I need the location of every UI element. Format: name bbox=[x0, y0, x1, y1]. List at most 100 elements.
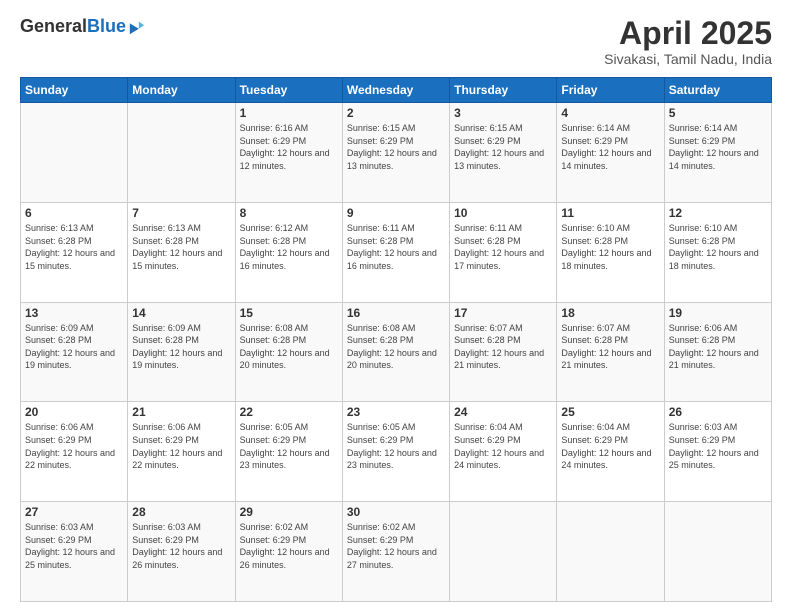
day-number: 22 bbox=[240, 405, 338, 419]
calendar-cell: 4 Sunrise: 6:14 AM Sunset: 6:29 PM Daylig… bbox=[557, 103, 664, 203]
day-number: 28 bbox=[132, 505, 230, 519]
calendar-cell bbox=[128, 103, 235, 203]
day-number: 29 bbox=[240, 505, 338, 519]
day-number: 25 bbox=[561, 405, 659, 419]
calendar-cell: 25 Sunrise: 6:04 AM Sunset: 6:29 PM Dayli… bbox=[557, 402, 664, 502]
day-number: 1 bbox=[240, 106, 338, 120]
cell-info: Sunrise: 6:07 AM Sunset: 6:28 PM Dayligh… bbox=[561, 322, 659, 372]
cell-info: Sunrise: 6:10 AM Sunset: 6:28 PM Dayligh… bbox=[561, 222, 659, 272]
cell-info: Sunrise: 6:13 AM Sunset: 6:28 PM Dayligh… bbox=[25, 222, 123, 272]
calendar-week-row: 27 Sunrise: 6:03 AM Sunset: 6:29 PM Dayli… bbox=[21, 502, 772, 602]
calendar-cell bbox=[21, 103, 128, 203]
logo: GeneralBlue bbox=[20, 16, 146, 37]
day-number: 4 bbox=[561, 106, 659, 120]
calendar-cell: 20 Sunrise: 6:06 AM Sunset: 6:29 PM Dayli… bbox=[21, 402, 128, 502]
calendar-cell: 29 Sunrise: 6:02 AM Sunset: 6:29 PM Dayli… bbox=[235, 502, 342, 602]
calendar-cell: 27 Sunrise: 6:03 AM Sunset: 6:29 PM Dayli… bbox=[21, 502, 128, 602]
cell-info: Sunrise: 6:03 AM Sunset: 6:29 PM Dayligh… bbox=[669, 421, 767, 471]
calendar-cell: 13 Sunrise: 6:09 AM Sunset: 6:28 PM Dayli… bbox=[21, 302, 128, 402]
calendar-cell: 23Sunrise: 6:05 AM Sunset: 6:29 PM Dayli… bbox=[342, 402, 449, 502]
calendar-week-row: 13 Sunrise: 6:09 AM Sunset: 6:28 PM Dayli… bbox=[21, 302, 772, 402]
day-number: 5 bbox=[669, 106, 767, 120]
title-block: April 2025 Sivakasi, Tamil Nadu, India bbox=[604, 16, 772, 67]
day-number: 14 bbox=[132, 306, 230, 320]
cell-info: Sunrise: 6:07 AM Sunset: 6:28 PM Dayligh… bbox=[454, 322, 552, 372]
cell-info: Sunrise: 6:02 AM Sunset: 6:29 PM Dayligh… bbox=[347, 521, 445, 571]
cell-info: Sunrise: 6:14 AM Sunset: 6:29 PM Dayligh… bbox=[669, 122, 767, 172]
calendar-header-cell: Thursday bbox=[450, 78, 557, 103]
cell-info: Sunrise: 6:15 AM Sunset: 6:29 PM Dayligh… bbox=[347, 122, 445, 172]
day-number: 8 bbox=[240, 206, 338, 220]
cell-info: Sunrise: 6:03 AM Sunset: 6:29 PM Dayligh… bbox=[25, 521, 123, 571]
cell-info: Sunrise: 6:05 AM Sunset: 6:29 PM Dayligh… bbox=[240, 421, 338, 471]
day-number: 10 bbox=[454, 206, 552, 220]
cell-info: Sunrise: 6:03 AM Sunset: 6:29 PM Dayligh… bbox=[132, 521, 230, 571]
day-number: 13 bbox=[25, 306, 123, 320]
cell-info: Sunrise: 6:04 AM Sunset: 6:29 PM Dayligh… bbox=[561, 421, 659, 471]
cell-info: Sunrise: 6:06 AM Sunset: 6:28 PM Dayligh… bbox=[669, 322, 767, 372]
cell-info: Sunrise: 6:11 AM Sunset: 6:28 PM Dayligh… bbox=[347, 222, 445, 272]
calendar-header-cell: Tuesday bbox=[235, 78, 342, 103]
day-number: 19 bbox=[669, 306, 767, 320]
cell-info: Sunrise: 6:09 AM Sunset: 6:28 PM Dayligh… bbox=[132, 322, 230, 372]
calendar-cell: 30 Sunrise: 6:02 AM Sunset: 6:29 PM Dayli… bbox=[342, 502, 449, 602]
location: Sivakasi, Tamil Nadu, India bbox=[604, 51, 772, 67]
day-number: 18 bbox=[561, 306, 659, 320]
day-number: 15 bbox=[240, 306, 338, 320]
calendar-cell: 17 Sunrise: 6:07 AM Sunset: 6:28 PM Dayli… bbox=[450, 302, 557, 402]
calendar-week-row: 1 Sunrise: 6:16 AM Sunset: 6:29 PM Daylig… bbox=[21, 103, 772, 203]
day-number: 9 bbox=[347, 206, 445, 220]
day-number: 6 bbox=[25, 206, 123, 220]
calendar-cell: 28 Sunrise: 6:03 AM Sunset: 6:29 PM Dayli… bbox=[128, 502, 235, 602]
calendar-cell: 3Sunrise: 6:15 AM Sunset: 6:29 PM Daylig… bbox=[450, 103, 557, 203]
cell-info: Sunrise: 6:14 AM Sunset: 6:29 PM Dayligh… bbox=[561, 122, 659, 172]
calendar-cell: 24 Sunrise: 6:04 AM Sunset: 6:29 PM Dayli… bbox=[450, 402, 557, 502]
day-number: 30 bbox=[347, 505, 445, 519]
day-number: 27 bbox=[25, 505, 123, 519]
cell-info: Sunrise: 6:10 AM Sunset: 6:28 PM Dayligh… bbox=[669, 222, 767, 272]
calendar-body: 1 Sunrise: 6:16 AM Sunset: 6:29 PM Daylig… bbox=[21, 103, 772, 602]
cell-info: Sunrise: 6:12 AM Sunset: 6:28 PM Dayligh… bbox=[240, 222, 338, 272]
calendar-cell: 5 Sunrise: 6:14 AM Sunset: 6:29 PM Daylig… bbox=[664, 103, 771, 203]
day-number: 11 bbox=[561, 206, 659, 220]
calendar-cell: 14 Sunrise: 6:09 AM Sunset: 6:28 PM Dayli… bbox=[128, 302, 235, 402]
cell-info: Sunrise: 6:04 AM Sunset: 6:29 PM Dayligh… bbox=[454, 421, 552, 471]
day-number: 2 bbox=[347, 106, 445, 120]
calendar-cell: 21Sunrise: 6:06 AM Sunset: 6:29 PM Dayli… bbox=[128, 402, 235, 502]
day-number: 26 bbox=[669, 405, 767, 419]
calendar-cell bbox=[664, 502, 771, 602]
calendar-cell bbox=[450, 502, 557, 602]
calendar-cell: 16Sunrise: 6:08 AM Sunset: 6:28 PM Dayli… bbox=[342, 302, 449, 402]
calendar-cell: 9 Sunrise: 6:11 AM Sunset: 6:28 PM Daylig… bbox=[342, 202, 449, 302]
calendar-cell bbox=[557, 502, 664, 602]
calendar-cell: 12 Sunrise: 6:10 AM Sunset: 6:28 PM Dayli… bbox=[664, 202, 771, 302]
calendar-week-row: 6 Sunrise: 6:13 AM Sunset: 6:28 PM Daylig… bbox=[21, 202, 772, 302]
calendar-cell: 26 Sunrise: 6:03 AM Sunset: 6:29 PM Dayli… bbox=[664, 402, 771, 502]
calendar-cell: 7Sunrise: 6:13 AM Sunset: 6:28 PM Daylig… bbox=[128, 202, 235, 302]
day-number: 12 bbox=[669, 206, 767, 220]
page: GeneralBlue April 2025 Sivakasi, Tamil N… bbox=[0, 0, 792, 612]
calendar-cell: 8 Sunrise: 6:12 AM Sunset: 6:28 PM Daylig… bbox=[235, 202, 342, 302]
logo-general: GeneralBlue bbox=[20, 16, 126, 37]
calendar-cell: 6 Sunrise: 6:13 AM Sunset: 6:28 PM Daylig… bbox=[21, 202, 128, 302]
calendar-header-cell: Friday bbox=[557, 78, 664, 103]
cell-info: Sunrise: 6:15 AM Sunset: 6:29 PM Dayligh… bbox=[454, 122, 552, 172]
day-number: 17 bbox=[454, 306, 552, 320]
calendar-cell: 18 Sunrise: 6:07 AM Sunset: 6:28 PM Dayli… bbox=[557, 302, 664, 402]
calendar-header-cell: Sunday bbox=[21, 78, 128, 103]
cell-info: Sunrise: 6:11 AM Sunset: 6:28 PM Dayligh… bbox=[454, 222, 552, 272]
cell-info: Sunrise: 6:16 AM Sunset: 6:29 PM Dayligh… bbox=[240, 122, 338, 172]
cell-info: Sunrise: 6:09 AM Sunset: 6:28 PM Dayligh… bbox=[25, 322, 123, 372]
day-number: 20 bbox=[25, 405, 123, 419]
cell-info: Sunrise: 6:06 AM Sunset: 6:29 PM Dayligh… bbox=[25, 421, 123, 471]
calendar-cell: 19 Sunrise: 6:06 AM Sunset: 6:28 PM Dayli… bbox=[664, 302, 771, 402]
calendar-cell: 10 Sunrise: 6:11 AM Sunset: 6:28 PM Dayli… bbox=[450, 202, 557, 302]
day-number: 24 bbox=[454, 405, 552, 419]
calendar-header-cell: Monday bbox=[128, 78, 235, 103]
calendar-cell: 11 Sunrise: 6:10 AM Sunset: 6:28 PM Dayli… bbox=[557, 202, 664, 302]
calendar-cell: 15Sunrise: 6:08 AM Sunset: 6:28 PM Dayli… bbox=[235, 302, 342, 402]
cell-info: Sunrise: 6:02 AM Sunset: 6:29 PM Dayligh… bbox=[240, 521, 338, 571]
calendar-table: SundayMondayTuesdayWednesdayThursdayFrid… bbox=[20, 77, 772, 602]
calendar-cell: 1 Sunrise: 6:16 AM Sunset: 6:29 PM Daylig… bbox=[235, 103, 342, 203]
cell-info: Sunrise: 6:06 AM Sunset: 6:29 PM Dayligh… bbox=[132, 421, 230, 471]
